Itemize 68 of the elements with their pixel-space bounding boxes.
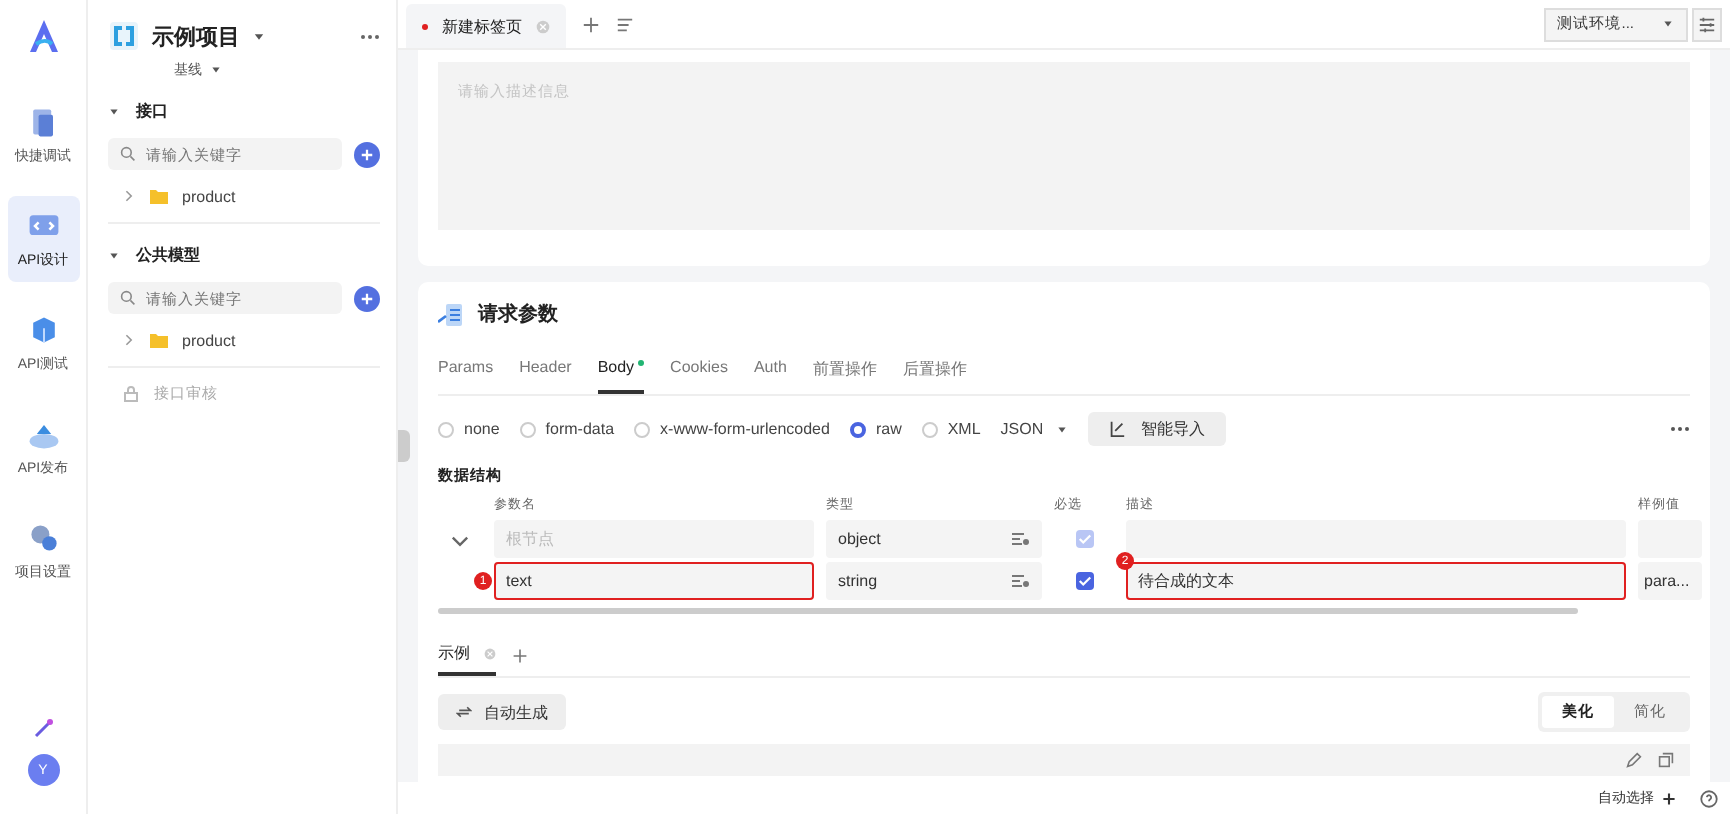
page-tab[interactable]: 新建标签页 <box>406 4 566 48</box>
swap-icon <box>456 704 472 720</box>
tree-item[interactable]: product <box>182 187 236 205</box>
list-icon[interactable] <box>616 15 634 33</box>
more-icon[interactable] <box>1670 426 1690 432</box>
add-button[interactable] <box>354 141 380 167</box>
body-type-radio[interactable]: none <box>438 420 500 438</box>
type-select[interactable]: string <box>826 562 1042 600</box>
example-field[interactable]: para... <box>1638 562 1702 600</box>
body-type-radio[interactable]: raw <box>849 420 902 438</box>
lock-icon <box>124 386 138 402</box>
scrollbar[interactable] <box>438 608 1578 614</box>
section-title: 公共模型 <box>136 244 200 266</box>
caret-icon[interactable] <box>210 64 222 76</box>
caret-icon <box>1662 18 1674 30</box>
edit-icon[interactable] <box>1626 752 1642 768</box>
sliders-icon <box>1698 15 1716 33</box>
description-field[interactable]: 待合成的文本 <box>1126 562 1626 600</box>
format-select[interactable]: JSON <box>1000 420 1068 438</box>
plus-icon <box>360 291 374 305</box>
settings-button[interactable] <box>1692 7 1722 41</box>
tree-item[interactable]: product <box>182 331 236 349</box>
params-tab[interactable]: Auth <box>753 358 787 394</box>
section-title: 接口 <box>136 100 168 122</box>
example-tab[interactable]: 示例 <box>438 642 496 676</box>
body-type-radio[interactable]: XML <box>921 420 981 438</box>
project-logo-icon <box>108 20 140 52</box>
params-tab[interactable]: Cookies <box>670 358 728 394</box>
project-name[interactable]: 示例项目 <box>152 21 240 51</box>
copy-icon[interactable] <box>1658 752 1674 768</box>
section-title: 请求参数 <box>478 301 558 328</box>
description-field[interactable] <box>1126 520 1626 558</box>
help-icon[interactable] <box>1700 789 1718 807</box>
plus-icon <box>360 147 374 161</box>
params-tab[interactable]: Header <box>519 358 572 394</box>
magic-wand-icon[interactable] <box>33 718 53 738</box>
add-tab-icon[interactable] <box>582 15 600 33</box>
caret-icon[interactable] <box>108 249 120 261</box>
radio-circle[interactable] <box>849 421 866 437</box>
name-field[interactable]: text <box>494 562 814 600</box>
caret-icon <box>1055 423 1068 435</box>
add-button[interactable] <box>354 285 380 311</box>
chevron-icon[interactable] <box>120 188 136 204</box>
add-icon[interactable] <box>1662 791 1676 805</box>
collapse-handle[interactable] <box>398 430 410 462</box>
type-select[interactable]: object <box>826 520 1042 558</box>
params-icon <box>438 303 462 325</box>
smart-import-button[interactable]: 智能导入 <box>1087 412 1226 446</box>
params-tab[interactable]: 前置操作 <box>812 358 877 394</box>
import-icon <box>1107 420 1126 438</box>
more-icon[interactable] <box>360 33 380 39</box>
check-icon <box>1077 532 1091 546</box>
auto-generate-button[interactable]: 自动生成 <box>438 694 566 730</box>
chevron-icon[interactable] <box>120 332 136 348</box>
list-icon <box>1012 532 1030 546</box>
caret-icon[interactable] <box>108 105 120 117</box>
params-tab[interactable]: 后置操作 <box>902 358 967 394</box>
caret-icon[interactable] <box>252 29 266 43</box>
required-checkbox[interactable] <box>1075 572 1093 590</box>
params-tab[interactable]: Params <box>438 358 494 394</box>
body-type-radio[interactable]: form-data <box>519 420 615 438</box>
gear-icon <box>25 520 61 556</box>
params-tab[interactable]: Body <box>597 358 645 394</box>
check-icon <box>1077 574 1091 588</box>
folder-icon <box>150 332 168 348</box>
list-icon <box>1012 574 1030 588</box>
body-type-radio[interactable]: x-www-form-urlencoded <box>634 420 830 438</box>
folder-icon <box>150 188 168 204</box>
